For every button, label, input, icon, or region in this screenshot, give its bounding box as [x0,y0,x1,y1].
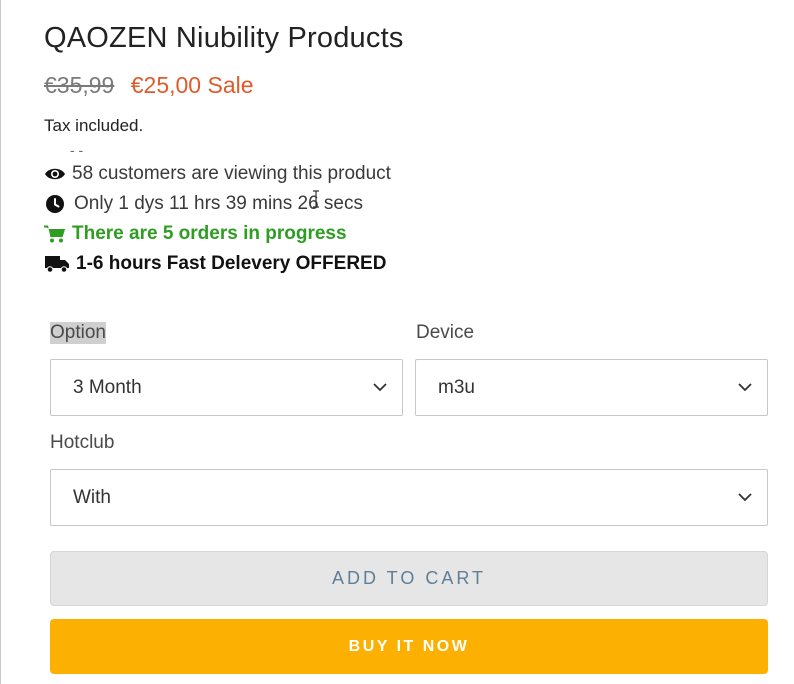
clock-icon [44,195,66,213]
orders-text: There are 5 orders in progress [72,223,347,244]
buy-now-button[interactable]: Buy it now [50,619,768,674]
option-select[interactable]: 3 Month [50,359,403,416]
hotclub-select-value: With [73,486,111,508]
truck-icon [44,255,70,273]
truncated-text: - - [70,142,84,158]
option-label: Option [50,322,106,344]
option-select-value: 3 Month [73,376,142,398]
device-label: Device [416,322,475,343]
shopping-cart-icon [44,225,66,243]
chevron-down-icon [373,382,387,391]
tax-note: Tax included. [44,116,144,135]
delivery-line: 1-6 hours Fast Delevery OFFERED [44,253,386,275]
device-select[interactable]: m3u [415,359,768,416]
viewers-line: 58 customers are viewing this product [44,163,391,185]
chevron-down-icon [738,492,752,501]
device-select-value: m3u [438,376,475,398]
orders-line: There are 5 orders in progress [44,223,347,245]
hotclub-label: Hotclub [50,432,115,453]
text-cursor-icon [313,190,319,208]
sale-price: €25,00 Sale [130,72,254,98]
compare-at-price: €35,99 [44,72,115,98]
viewers-text: 58 customers are viewing this product [72,163,391,184]
product-title: QAOZEN Niubility Products [44,22,404,54]
eye-icon [44,165,66,183]
page-left-border [0,0,1,684]
add-to-cart-button[interactable]: Add to cart [50,551,768,606]
hotclub-select[interactable]: With [50,469,768,526]
delivery-text: 1-6 hours Fast Delevery OFFERED [76,253,387,274]
chevron-down-icon [738,382,752,391]
price-row: €35,99 €25,00 Sale [44,72,254,99]
